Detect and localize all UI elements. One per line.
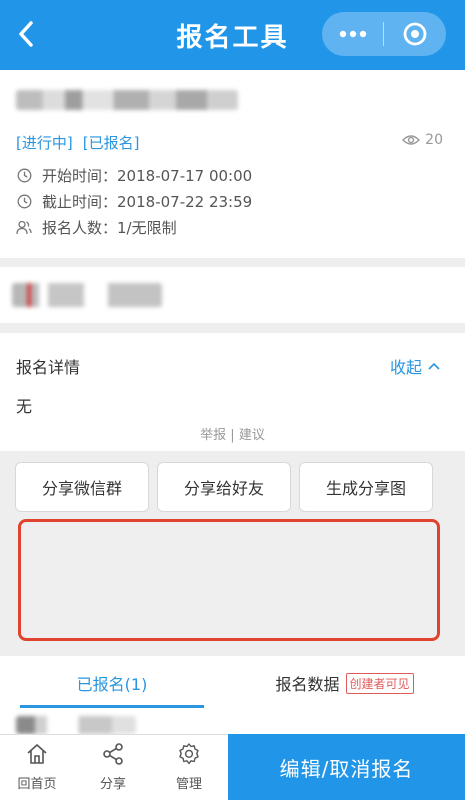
blurred-organizer xyxy=(12,283,162,307)
home-button[interactable]: 回首页 xyxy=(6,741,68,797)
report-link[interactable]: 举报 xyxy=(200,428,226,443)
end-time-label: 截止时间： xyxy=(42,193,118,211)
home-label: 回首页 xyxy=(17,777,57,792)
home-icon xyxy=(24,741,50,767)
chevron-up-icon xyxy=(428,362,440,370)
report-links: 举报 | 建议 xyxy=(0,424,465,443)
suggest-link[interactable]: 建议 xyxy=(239,428,265,443)
share-icon xyxy=(100,741,126,767)
status-tags: [进行中] [已报名] xyxy=(16,132,139,153)
people-icon xyxy=(16,220,32,236)
close-button[interactable] xyxy=(384,12,445,56)
nav-bar: 报名工具 xyxy=(0,0,465,70)
highlight-box xyxy=(18,519,440,641)
blurred-registrant xyxy=(16,716,136,734)
link-separator: | xyxy=(226,428,239,443)
start-time-row: 开始时间： 2018-07-17 00:00 xyxy=(16,165,252,186)
tab-registered[interactable]: 已报名(1) xyxy=(0,656,224,710)
edit-cancel-registration-button[interactable]: 编辑/取消报名 xyxy=(228,734,465,800)
tab-underline xyxy=(20,705,204,708)
chevron-left-icon xyxy=(19,21,33,47)
creator-only-badge: 创建者可见 xyxy=(345,672,414,694)
view-count-value: 20 xyxy=(425,132,443,148)
share-label: 分享 xyxy=(99,777,126,792)
tab-data-label: 报名数据 xyxy=(275,675,340,694)
status-badge-ongoing: [进行中] xyxy=(16,134,73,152)
view-count: 20 xyxy=(402,132,443,148)
registrant-list xyxy=(0,710,465,736)
tab-bar: 已报名(1) 报名数据 创建者可见 xyxy=(0,656,465,710)
more-dots-icon xyxy=(339,30,366,38)
eye-icon xyxy=(402,135,421,145)
generate-share-image-button[interactable]: 生成分享图 xyxy=(299,462,433,512)
share-button[interactable]: 分享 xyxy=(82,741,144,797)
share-friend-button[interactable]: 分享给好友 xyxy=(157,462,291,512)
event-info-card: [进行中] [已报名] 20 开始时间： 2018-07-17 00:00 截止… xyxy=(0,70,465,258)
status-badge-registered: [已报名] xyxy=(82,134,140,152)
blurred-event-title xyxy=(16,90,238,110)
start-time-label: 开始时间： xyxy=(42,167,118,185)
manage-button[interactable]: 管理 xyxy=(158,741,220,797)
gear-icon xyxy=(176,741,202,767)
participants-value: 1/无限制 xyxy=(117,219,177,237)
detail-card: 报名详情 收起 无 举报 | 建议 xyxy=(0,333,465,451)
manage-label: 管理 xyxy=(175,777,202,792)
detail-body: 无 xyxy=(16,397,33,416)
share-buttons: 分享微信群 分享给好友 生成分享图 xyxy=(0,462,465,514)
back-button[interactable] xyxy=(8,14,44,54)
start-time-value: 2018-07-17 00:00 xyxy=(117,166,253,185)
participants-row: 报名人数： 1/无限制 xyxy=(16,217,177,238)
target-circle-icon xyxy=(403,22,426,46)
share-wechat-group-button[interactable]: 分享微信群 xyxy=(15,462,149,512)
detail-title: 报名详情 xyxy=(16,358,81,377)
clock-icon xyxy=(16,194,32,210)
tab-registration-data[interactable]: 报名数据 创建者可见 xyxy=(224,656,465,710)
mini-program-capsule xyxy=(322,12,446,56)
collapse-button[interactable]: 收起 xyxy=(390,354,440,378)
end-time-row: 截止时间： 2018-07-22 23:59 xyxy=(16,191,252,212)
participants-label: 报名人数： xyxy=(42,219,118,237)
more-button[interactable] xyxy=(322,12,383,56)
clock-icon xyxy=(16,168,32,184)
end-time-value: 2018-07-22 23:59 xyxy=(117,192,253,211)
organizer-card[interactable] xyxy=(0,267,465,323)
collapse-label: 收起 xyxy=(389,358,422,377)
